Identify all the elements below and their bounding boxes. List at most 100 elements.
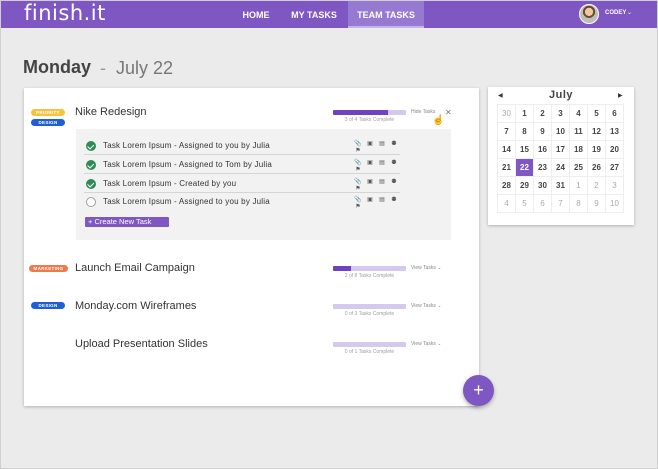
- view-tasks-link[interactable]: View Tasks ⌄: [411, 265, 441, 271]
- page-title-day: Monday: [23, 57, 92, 77]
- calendar-day[interactable]: 6: [534, 195, 552, 213]
- app-logo[interactable]: finish.it: [24, 1, 106, 25]
- close-icon[interactable]: ✕: [445, 108, 452, 117]
- calendar-day[interactable]: 15: [516, 141, 534, 159]
- calendar-day[interactable]: 3: [606, 177, 624, 195]
- calendar-day[interactable]: 26: [588, 159, 606, 177]
- calendar-day[interactable]: 5: [588, 105, 606, 123]
- task-checkbox-done[interactable]: [86, 141, 96, 151]
- calendar-day[interactable]: 23: [534, 159, 552, 177]
- calendar-day[interactable]: 21: [498, 159, 516, 177]
- image-icon[interactable]: ▣: [364, 159, 376, 166]
- calendar-day[interactable]: 9: [534, 123, 552, 141]
- chevron-right-icon[interactable]: ▶: [618, 92, 623, 99]
- calendar-day[interactable]: 3: [552, 105, 570, 123]
- task-text: Task Lorem Ipsum - Assigned to Tom by Ju…: [103, 160, 272, 169]
- comment-icon[interactable]: ▤: [376, 140, 388, 147]
- calendar-day[interactable]: 20: [606, 141, 624, 159]
- paperclip-icon[interactable]: 📎: [352, 140, 364, 147]
- calendar-day[interactable]: 8: [516, 123, 534, 141]
- project-title[interactable]: Upload Presentation Slides: [75, 338, 208, 350]
- task-text: Task Lorem Ipsum - Assigned to you by Ju…: [103, 197, 270, 206]
- comment-icon[interactable]: ▤: [376, 178, 388, 185]
- calendar-day[interactable]: 5: [516, 195, 534, 213]
- task-row[interactable]: Task Lorem Ipsum - Assigned to you by Ju…: [84, 193, 400, 211]
- nav-home[interactable]: HOME: [236, 0, 276, 28]
- calendar-day[interactable]: 4: [570, 105, 588, 123]
- paperclip-icon[interactable]: 📎: [352, 178, 364, 185]
- add-project-button[interactable]: +: [463, 375, 494, 406]
- nav-team-tasks[interactable]: TEAM TASKS: [348, 0, 424, 28]
- task-row[interactable]: Task Lorem Ipsum - Assigned to Tom by Ju…: [84, 156, 400, 174]
- calendar-day[interactable]: 29: [516, 177, 534, 195]
- calendar-day[interactable]: 7: [498, 123, 516, 141]
- calendar-day[interactable]: 6: [606, 105, 624, 123]
- calendar-day[interactable]: 2: [534, 105, 552, 123]
- image-icon[interactable]: ▣: [364, 196, 376, 203]
- calendar-day[interactable]: 31: [552, 177, 570, 195]
- calendar-day[interactable]: 30: [534, 177, 552, 195]
- progress-text: 0 of 3 Tasks Complete: [344, 311, 395, 317]
- task-actions: 📎 ▣ ▤ ⚉ ⚑: [352, 159, 400, 173]
- project-title[interactable]: Launch Email Campaign: [75, 262, 195, 274]
- calendar-day[interactable]: 27: [606, 159, 624, 177]
- create-new-task-button[interactable]: + Create New Task: [85, 217, 169, 227]
- calendar-day[interactable]: 16: [534, 141, 552, 159]
- view-tasks-link[interactable]: View Tasks ⌄: [411, 303, 441, 309]
- task-checkbox-empty[interactable]: [86, 197, 96, 207]
- nav-my-tasks[interactable]: MY TASKS: [284, 0, 344, 28]
- task-actions: 📎 ▣ ▤ ⚉ ⚑: [352, 178, 400, 192]
- comment-icon[interactable]: ▤: [376, 196, 388, 203]
- project-title[interactable]: Monday.com Wireframes: [75, 300, 196, 312]
- design-badge: DESIGN: [31, 302, 65, 309]
- flag-icon[interactable]: ⚑: [352, 166, 364, 173]
- progress-fill: [333, 110, 388, 115]
- task-actions: 📎 ▣ ▤ ⚉ ⚑: [352, 196, 400, 210]
- assign-user-icon[interactable]: ⚉: [388, 140, 400, 147]
- calendar-day[interactable]: 1: [516, 105, 534, 123]
- chevron-down-icon[interactable]: ⌄: [627, 9, 632, 16]
- task-checkbox-done[interactable]: [86, 179, 96, 189]
- view-tasks-link[interactable]: View Tasks ⌄: [411, 341, 441, 347]
- calendar-day[interactable]: 18: [570, 141, 588, 159]
- calendar-day[interactable]: 10: [606, 195, 624, 213]
- task-checkbox-done[interactable]: [86, 160, 96, 170]
- calendar-day[interactable]: 14: [498, 141, 516, 159]
- image-icon[interactable]: ▣: [364, 140, 376, 147]
- calendar-day[interactable]: 7: [552, 195, 570, 213]
- task-actions: 📎 ▣ ▤ ⚉ ⚑: [352, 140, 400, 154]
- calendar-day[interactable]: 12: [588, 123, 606, 141]
- task-row[interactable]: Task Lorem Ipsum - Created by you 📎 ▣ ▤ ⚉ ⚑: [84, 175, 400, 193]
- image-icon[interactable]: ▣: [364, 178, 376, 185]
- calendar-day[interactable]: 2: [588, 177, 606, 195]
- calendar-day[interactable]: 11: [570, 123, 588, 141]
- flag-icon[interactable]: ⚑: [352, 147, 364, 154]
- calendar-day[interactable]: 25: [570, 159, 588, 177]
- calendar-grid: 30 1 2 3 4 5 6 7 8 9 10 11 12 13 14 15 16 17 18 19 20 21 22 23 2…: [497, 104, 624, 213]
- task-row[interactable]: Task Lorem Ipsum - Assigned to you by Ju…: [84, 137, 400, 155]
- user-menu[interactable]: CODEY: [605, 10, 626, 16]
- user-avatar[interactable]: [579, 4, 599, 24]
- calendar-day[interactable]: 17: [552, 141, 570, 159]
- calendar-day[interactable]: 13: [606, 123, 624, 141]
- calendar-day[interactable]: 8: [570, 195, 588, 213]
- calendar-day[interactable]: 30: [498, 105, 516, 123]
- calendar-day[interactable]: 28: [498, 177, 516, 195]
- flag-icon[interactable]: ⚑: [352, 203, 364, 210]
- calendar-day[interactable]: 4: [498, 195, 516, 213]
- calendar-day[interactable]: 24: [552, 159, 570, 177]
- assign-user-icon[interactable]: ⚉: [388, 196, 400, 203]
- assign-user-icon[interactable]: ⚉: [388, 159, 400, 166]
- task-text: Task Lorem Ipsum - Created by you: [103, 179, 237, 188]
- assign-user-icon[interactable]: ⚉: [388, 178, 400, 185]
- paperclip-icon[interactable]: 📎: [352, 159, 364, 166]
- calendar-day[interactable]: 1: [570, 177, 588, 195]
- paperclip-icon[interactable]: 📎: [352, 196, 364, 203]
- project-title[interactable]: Nike Redesign: [75, 106, 147, 118]
- flag-icon[interactable]: ⚑: [352, 185, 364, 192]
- calendar-day[interactable]: 22: [516, 159, 534, 177]
- calendar-day[interactable]: 10: [552, 123, 570, 141]
- calendar-day[interactable]: 9: [588, 195, 606, 213]
- comment-icon[interactable]: ▤: [376, 159, 388, 166]
- calendar-day[interactable]: 19: [588, 141, 606, 159]
